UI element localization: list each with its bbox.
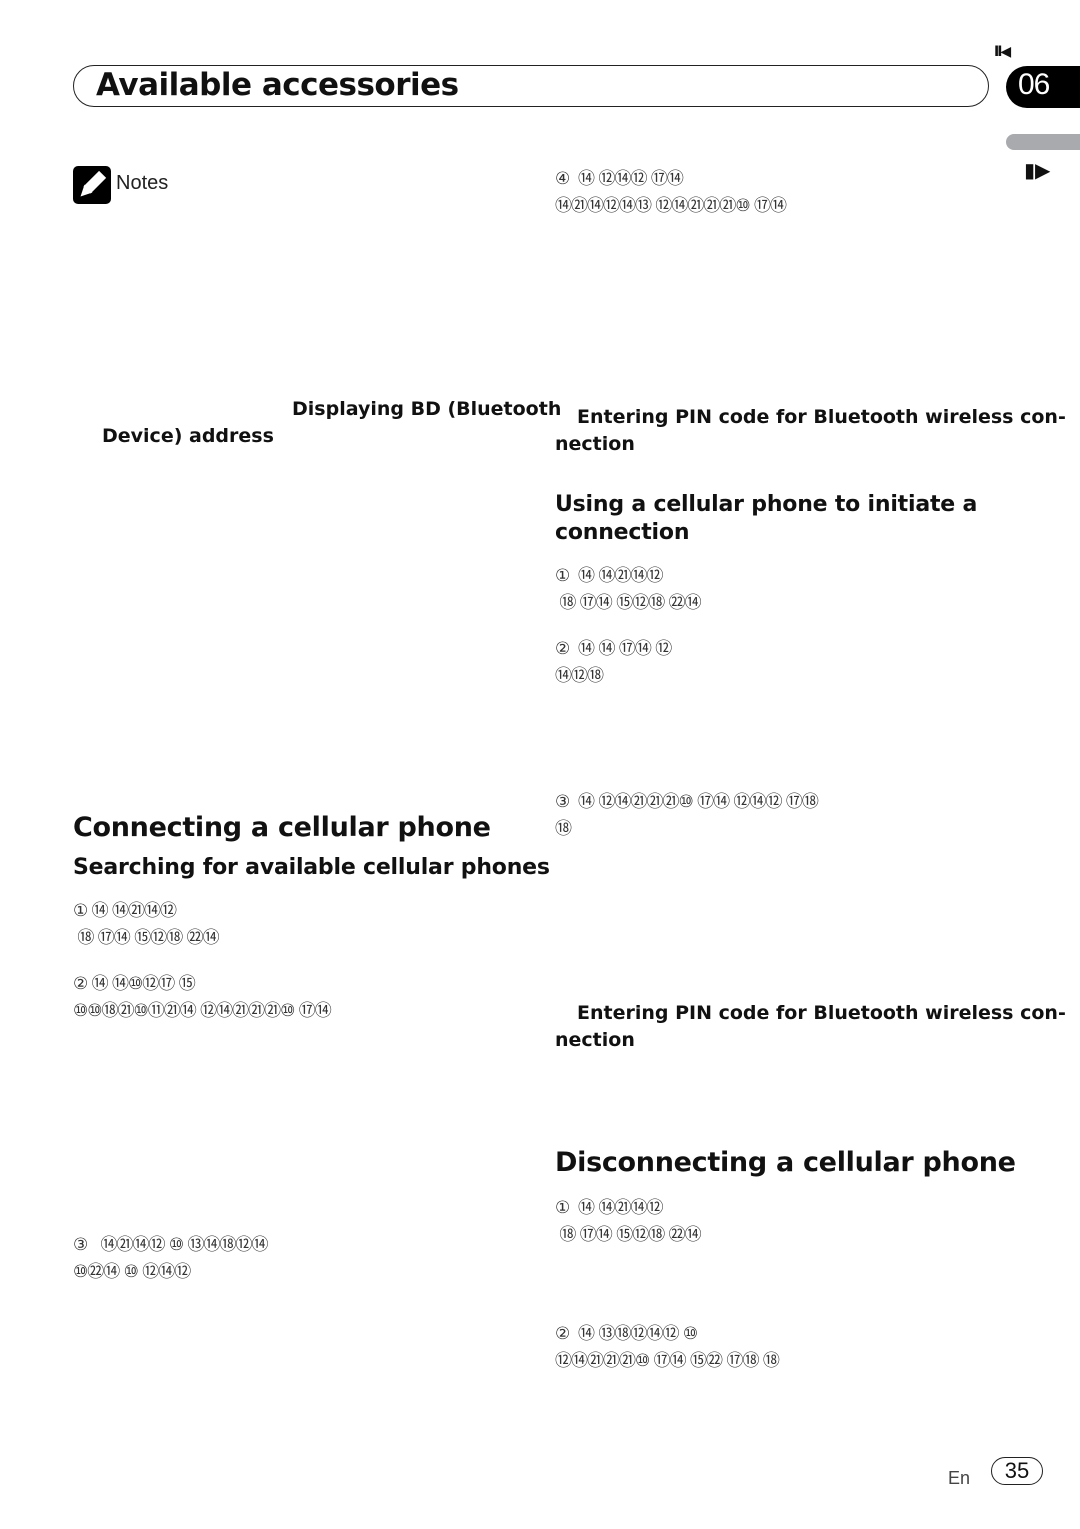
disconnect-step-2-line2: ⑫⑭㉑㉑㉑⑩ ⑰⑭ ⑮㉒ ⑰⑱ ⑱ (555, 1351, 780, 1371)
pin-code-link-2-line2[interactable]: nection (555, 1029, 635, 1051)
page-title: Available accessories (96, 67, 459, 103)
subsection-title-initiate-line2: connection (555, 520, 690, 545)
search-step-2-line2: ⑩⑩⑱㉑⑩⑪㉑⑭ ⑫⑭㉑㉑㉑⑩ ⑰⑭ (73, 1001, 332, 1021)
bd-address-link-line2[interactable]: Device) address (102, 425, 274, 447)
pin-code-link-1-line1[interactable]: Entering PIN code for Bluetooth wireless… (577, 406, 1066, 428)
disconnect-step-1-line1: ① ⑭ ⑭㉑⑭⑫ (555, 1198, 663, 1218)
subsection-title-searching: Searching for available cellular phones (73, 855, 550, 880)
search-step-3-line1: ③ ⑭㉑⑭⑫ ⑩ ⑬⑭⑱⑫⑭ (73, 1235, 268, 1255)
pin-code-link-1-line2[interactable]: nection (555, 433, 635, 455)
pencil-icon (73, 166, 111, 204)
initiate-step-3-line2: ⑱ (555, 819, 572, 839)
section-title-disconnecting: Disconnecting a cellular phone (555, 1147, 1016, 1178)
language-label: En (948, 1468, 971, 1488)
initiate-step-1-line2: ⑱ ⑰⑭ ⑮⑫⑱ ㉒⑭ (555, 593, 701, 613)
section-indicator-bar (1006, 134, 1080, 150)
search-step-1-line1: ① ⑭ ⑭㉑⑭⑫ (73, 901, 177, 921)
disconnect-step-1-line2: ⑱ ⑰⑭ ⑮⑫⑱ ㉒⑭ (555, 1225, 701, 1245)
initiate-step-2-line2: ⑭⑫⑱ (555, 666, 604, 686)
section-title-connecting: Connecting a cellular phone (73, 812, 491, 843)
step-4-line2: ⑭㉑⑭⑫⑭⑬ ⑫⑭㉑㉑㉑⑩ ⑰⑭ (555, 196, 787, 216)
notes-label: Notes (116, 172, 169, 194)
step-4-line1: ④ ⑭ ⑫⑭⑫ ⑰⑭ (555, 169, 684, 189)
pin-code-link-2-line1[interactable]: Entering PIN code for Bluetooth wireless… (577, 1002, 1066, 1024)
page-number: 35 (1004, 1458, 1030, 1483)
initiate-step-2-line1: ② ⑭ ⑭ ⑰⑭ ⑫ (555, 639, 672, 659)
initiate-step-3-line1: ③ ⑭ ⑫⑭㉑㉑㉑⑩ ⑰⑭ ⑫⑭⑫ ⑰⑱ (555, 792, 819, 812)
search-step-3-line2: ⑩㉒⑭ ⑩ ⑫⑭⑫ (73, 1262, 191, 1282)
search-step-1-line2: ⑱ ⑰⑭ ⑮⑫⑱ ㉒⑭ (73, 928, 219, 948)
search-step-2-line1: ② ⑭ ⑭⑩⑫⑰ ⑮ (73, 974, 196, 994)
previous-chapter-icon[interactable]: II◀ (994, 44, 1011, 60)
disconnect-step-2-line1: ② ⑭ ⑬⑱⑫⑭⑫ ⑩ (555, 1324, 698, 1344)
subsection-title-initiate-line1: Using a cellular phone to initiate a (555, 492, 978, 517)
chapter-number: 06 (1018, 68, 1050, 101)
bd-address-link-line1[interactable]: Displaying BD (Bluetooth (292, 398, 561, 420)
next-page-icon[interactable]: ▮▶ (1024, 158, 1050, 182)
initiate-step-1-line1: ① ⑭ ⑭㉑⑭⑫ (555, 566, 663, 586)
